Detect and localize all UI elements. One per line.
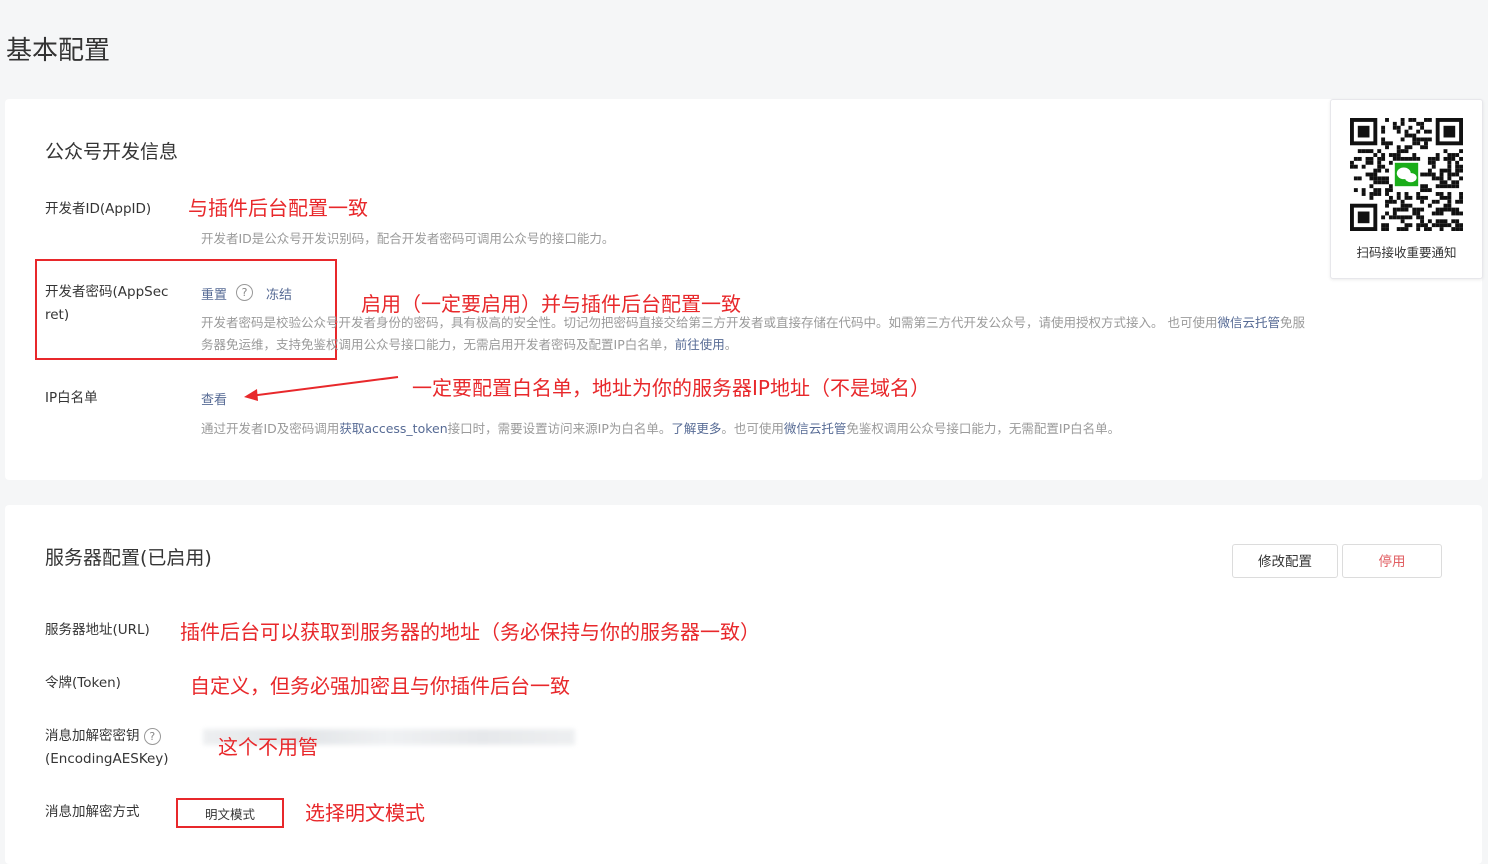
help-icon[interactable]: ? xyxy=(143,727,161,745)
qr-code-icon xyxy=(1350,118,1463,231)
modify-config-button[interactable]: 修改配置 xyxy=(1232,544,1338,578)
aeskey-label-line2: (EncodingAESKey) xyxy=(45,751,169,767)
cloud-hosting-link[interactable]: 微信云托管 xyxy=(784,421,847,436)
encrypt-mode-annotation: 选择明文模式 xyxy=(305,801,425,825)
qr-code-panel: 扫码接收重要通知 xyxy=(1330,99,1483,279)
appsecret-label-line2: ret) xyxy=(45,307,70,323)
ip-desc-text: 免鉴权调用公众号接口能力，无需配置IP白名单。 xyxy=(846,421,1121,436)
token-annotation: 自定义，但务必强加密且与你插件后台一致 xyxy=(190,674,570,698)
aeskey-label-text: 消息加解密密钥 xyxy=(45,728,140,744)
appsecret-desc-line1: 开发者密码是校验公众号开发者身份的密码，具有极高的安全性。切记勿把密码直接交给第… xyxy=(201,312,1446,334)
appsecret-reset-link[interactable]: 重置 xyxy=(201,284,227,303)
ip-desc-text: 。也可使用 xyxy=(721,421,784,436)
ip-whitelist-label: IP白名单 xyxy=(45,390,98,406)
appsecret-freeze-link[interactable]: 冻结 xyxy=(266,284,292,303)
encrypt-mode-value: 明文模式 xyxy=(204,807,255,822)
server-url-label: 服务器地址(URL) xyxy=(45,622,150,638)
appsecret-desc-line2: 务器免运维，支持免鉴权调用公众号接口能力，无需启用开发者密码及配置IP白名单，前… xyxy=(201,334,737,356)
ip-whitelist-desc: 通过开发者ID及密码调用获取access_token接口时，需要设置访问来源IP… xyxy=(201,418,1120,440)
aeskey-annotation: 这个不用管 xyxy=(218,735,318,759)
server-config-section-title: 服务器配置(已启用) xyxy=(45,547,212,569)
ip-desc-text: 接口时，需要设置访问来源IP为白名单。 xyxy=(447,421,672,436)
token-label: 令牌(Token) xyxy=(45,675,121,691)
access-token-link[interactable]: 获取access_token xyxy=(339,421,447,436)
dev-info-section-title: 公众号开发信息 xyxy=(45,141,179,163)
encrypt-mode-label: 消息加解密方式 xyxy=(45,804,140,820)
help-icon[interactable]: ? xyxy=(236,284,253,301)
appid-label: 开发者ID(AppID) xyxy=(45,201,152,217)
learn-more-link[interactable]: 了解更多 xyxy=(671,421,721,436)
aeskey-label-line1: 消息加解密密钥 ? xyxy=(45,725,161,747)
qr-caption: 扫码接收重要通知 xyxy=(1356,245,1457,260)
ip-desc-text: 通过开发者ID及密码调用 xyxy=(201,421,340,436)
annotation-arrow-icon xyxy=(244,376,399,401)
appsecret-desc-text: 免服 xyxy=(1280,315,1306,330)
appid-annotation: 与插件后台配置一致 xyxy=(188,196,368,220)
appsecret-desc-text: 。 xyxy=(724,337,738,352)
appsecret-desc-text: 开发者密码是校验公众号开发者身份的密码，具有极高的安全性。切记勿把密码直接交给第… xyxy=(201,315,1218,330)
appsecret-desc-text: 务器免运维，支持免鉴权调用公众号接口能力，无需启用开发者密码及配置IP白名单， xyxy=(201,337,675,352)
appid-desc: 开发者ID是公众号开发识别码，配合开发者密码可调用公众号的接口能力。 xyxy=(201,231,615,246)
ip-whitelist-annotation: 一定要配置白名单，地址为你的服务器IP地址（不是域名） xyxy=(412,376,930,400)
server-url-annotation: 插件后台可以获取到服务器的地址（务必保持与你的服务器一致） xyxy=(180,620,760,644)
disable-button[interactable]: 停用 xyxy=(1342,544,1442,578)
ip-whitelist-view-link[interactable]: 查看 xyxy=(201,389,227,408)
go-use-link[interactable]: 前往使用 xyxy=(675,337,725,352)
appsecret-label-line1: 开发者密码(AppSec xyxy=(45,284,169,300)
page-title: 基本配置 xyxy=(6,36,111,66)
cloud-hosting-link[interactable]: 微信云托管 xyxy=(1217,315,1280,330)
